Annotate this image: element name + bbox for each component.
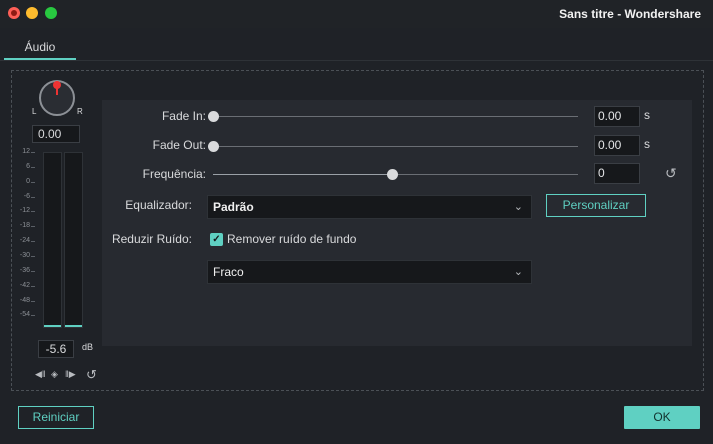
close-window-button[interactable] (8, 7, 20, 19)
meter-tick-label: 6 (26, 162, 30, 170)
frequency-value[interactable]: 0 (594, 163, 640, 184)
equalizer-dropdown[interactable]: Padrão ⌄ (207, 195, 532, 219)
customize-button[interactable]: Personalizar (546, 194, 646, 217)
meter-tick-mark (31, 270, 35, 272)
meter-bar-left (43, 152, 62, 328)
meter-tick-mark (31, 166, 35, 168)
meter-tick-mark (31, 300, 35, 302)
title-bar: Sans titre - Wondershare (0, 0, 713, 28)
meter-tick-label: 12 (22, 148, 30, 155)
meter-tick-label: -42 (19, 281, 30, 289)
meter-tick-mark (31, 196, 35, 198)
fade-out-unit: s (644, 137, 650, 151)
meter-fill-left (44, 325, 61, 327)
meter-tick-label: -24 (19, 237, 30, 245)
meter-tick-mark (31, 181, 35, 183)
meter-tick-mark (31, 211, 35, 213)
fade-out-slider-thumb[interactable] (208, 141, 219, 152)
pan-knob-needle (56, 81, 58, 95)
meter-tick-label: -12 (19, 207, 30, 215)
fade-out-value[interactable]: 0.00 (594, 135, 640, 156)
pan-knob[interactable] (39, 80, 75, 116)
tab-audio[interactable]: Áudio (4, 40, 76, 60)
fade-in-slider-thumb[interactable] (208, 111, 219, 122)
tab-divider (0, 60, 713, 61)
meter-tick-mark (31, 255, 35, 257)
remove-noise-checkbox[interactable]: ✓ (210, 233, 223, 246)
meter-reset-icon[interactable]: ↺ (86, 367, 97, 383)
fade-in-slider-track[interactable] (213, 116, 578, 117)
meter-tick-label: -36 (19, 266, 30, 274)
meter-tick-mark (31, 285, 35, 287)
meter-tick-mark (31, 315, 35, 317)
right-channel-label: R (77, 107, 83, 116)
equalizer-selected: Padrão (213, 200, 254, 214)
checkbox-check-icon: ✓ (212, 234, 221, 245)
level-value: -5.6 (38, 340, 74, 358)
level-unit: dB (82, 342, 94, 352)
previous-keyframe-icon[interactable]: ◀‖ (35, 369, 46, 380)
fade-in-label: Fade In: (161, 109, 206, 123)
meter-tick-label: -54 (19, 311, 30, 319)
meter-tick-label: -30 (19, 251, 30, 259)
frequency-label: Frequência: (142, 167, 206, 181)
meter-tick-label: -6 (23, 192, 30, 200)
chevron-down-icon: ⌄ (513, 201, 523, 213)
minimize-window-button[interactable] (26, 7, 38, 19)
fade-in-value[interactable]: 0.00 (594, 106, 640, 127)
noise-level-dropdown[interactable]: Fraco ⌄ (207, 260, 532, 284)
zoom-window-button[interactable] (45, 7, 57, 19)
noise-reduction-label: Reduzir Ruído: (111, 232, 192, 246)
balance-value[interactable]: 0.00 (32, 125, 80, 143)
frequency-reset-icon[interactable]: ↺ (665, 165, 677, 182)
noise-level-selected: Fraco (213, 265, 244, 279)
ok-button[interactable]: OK (624, 406, 700, 429)
fade-out-label: Fade Out: (152, 138, 206, 152)
equalizer-label: Equalizador: (125, 198, 192, 212)
meter-tick-mark (31, 152, 35, 153)
left-channel-label: L (32, 107, 37, 116)
meter-tick-label: 0 (26, 177, 30, 185)
add-keyframe-icon[interactable]: ◈ (51, 369, 58, 380)
frequency-slider-thumb[interactable] (386, 169, 398, 180)
fade-out-slider-track[interactable] (213, 146, 578, 147)
frequency-slider-fill (213, 174, 392, 175)
reset-button[interactable]: Reiniciar (18, 406, 94, 429)
meter-tick-mark (31, 226, 35, 228)
meter-tick-label: -48 (19, 296, 30, 304)
window-title: Sans titre - Wondershare (559, 7, 701, 21)
meter-fill-right (65, 325, 82, 327)
remove-noise-label[interactable]: Remover ruído de fundo (227, 232, 356, 246)
meter-tick-label: -18 (19, 222, 30, 230)
meter-tick-mark (31, 241, 35, 243)
chevron-down-icon: ⌄ (513, 266, 523, 278)
next-keyframe-icon[interactable]: ‖▶ (65, 369, 76, 380)
fade-in-unit: s (644, 108, 650, 122)
